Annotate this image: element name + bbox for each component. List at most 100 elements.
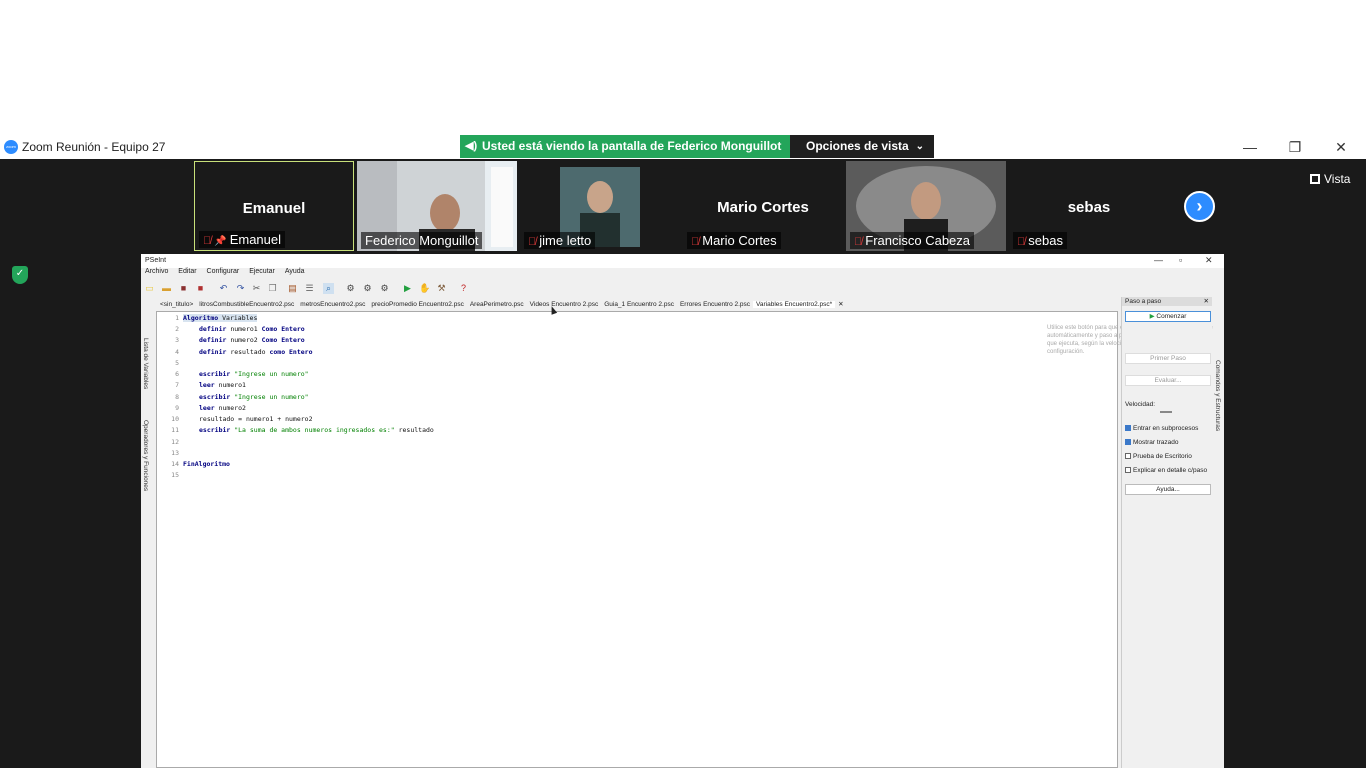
menu-configurar[interactable]: Configurar: [207, 268, 240, 275]
panel-close-icon[interactable]: ✕: [1204, 297, 1209, 306]
participant-tile[interactable]: sebas 🎙̸ sebas: [1009, 161, 1169, 251]
help-icon[interactable]: ?: [458, 283, 469, 294]
pseint-title: PSeInt: [145, 257, 167, 264]
file-tab[interactable]: Guia_1 Encuentro 2.psc: [601, 301, 677, 308]
option-label: Entrar en subprocesos: [1133, 425, 1199, 432]
file-tab[interactable]: <sin_titulo>: [157, 301, 196, 308]
option-explain-detail[interactable]: Explicar en detalle c/paso: [1125, 466, 1207, 475]
muted-mic-icon: 🎙̸: [691, 236, 700, 248]
file-tab[interactable]: AreaPerimetro.psc: [467, 301, 527, 308]
pseint-minimize-icon[interactable]: —: [1154, 255, 1163, 265]
window-title: Zoom Reunión - Equipo 27: [22, 140, 166, 154]
code-text: numero1: [226, 325, 262, 333]
muted-mic-icon: 🎙̸: [203, 235, 212, 247]
pseint-maximize-icon[interactable]: ▫: [1179, 255, 1182, 265]
file-tab[interactable]: Errores Encuentro 2.psc: [677, 301, 753, 308]
code-line: leer numero2: [199, 404, 246, 412]
security-shield-icon[interactable]: ✓: [12, 266, 28, 284]
save-as-icon[interactable]: ■: [195, 283, 206, 294]
file-tab[interactable]: Videos Encuentro 2.psc: [527, 301, 602, 308]
tab-close-icon[interactable]: ✕: [835, 300, 846, 308]
option-show-trace[interactable]: Mostrar trazado: [1125, 438, 1179, 447]
line-number: 5: [175, 359, 179, 367]
participant-display-name: sebas: [1067, 199, 1111, 216]
start-label: Comenzar: [1156, 313, 1187, 320]
code-line: escribir "La suma de ambos numeros ingre…: [199, 426, 434, 434]
line-number: 6: [175, 370, 179, 378]
new-file-icon[interactable]: ▭: [144, 283, 155, 294]
line-number: 9: [175, 404, 179, 412]
menu-ejecutar[interactable]: Ejecutar: [249, 268, 275, 275]
cut-icon[interactable]: ✂: [251, 283, 262, 294]
paste-icon[interactable]: ▤: [287, 283, 298, 294]
option-desk-check[interactable]: Prueba de Escritorio: [1125, 452, 1192, 461]
code-line: escribir "Ingrese un numero": [199, 370, 309, 378]
participant-tile[interactable]: Federico Monguillot: [357, 161, 517, 251]
help-button[interactable]: Ayuda...: [1125, 484, 1211, 495]
line-number: 13: [171, 449, 179, 457]
diagram-icon[interactable]: ⚒: [436, 283, 447, 294]
search-icon[interactable]: ⌕: [323, 283, 334, 294]
flow2-icon[interactable]: ⚙: [362, 283, 373, 294]
option-label: Explicar en detalle c/paso: [1133, 467, 1208, 474]
restore-button[interactable]: ❐: [1285, 137, 1305, 157]
participant-tile[interactable]: 🎙̸ Francisco Cabeza: [846, 161, 1006, 251]
pseint-close-icon[interactable]: ✕: [1205, 255, 1213, 266]
menu-archivo[interactable]: Archivo: [145, 268, 168, 275]
panel-title: Paso a paso: [1125, 298, 1162, 305]
copy-icon[interactable]: ❐: [267, 283, 278, 294]
indent-icon[interactable]: ☰: [304, 283, 315, 294]
participant-tile[interactable]: 🎙̸ jime letto: [520, 161, 680, 251]
open-folder-icon[interactable]: ▬: [161, 283, 172, 294]
menu-ayuda[interactable]: Ayuda: [285, 268, 305, 275]
view-button[interactable]: Vista: [1310, 172, 1350, 186]
line-number: 1: [175, 314, 179, 322]
commands-structures-tab[interactable]: Comandos y Estructuras: [1214, 360, 1221, 431]
minimize-button[interactable]: —: [1240, 137, 1260, 157]
participant-display-name: Emanuel: [242, 200, 306, 217]
start-button[interactable]: ▶ Comenzar: [1125, 311, 1211, 322]
view-options-button[interactable]: Opciones de vista ⌄: [790, 135, 934, 158]
checkbox-icon: [1125, 467, 1131, 473]
pseint-toolbar: ▭ ▬ ■ ■ ↶ ↷ ✂ ❐ ▤ ☰ ⌕ ⚙ ⚙ ⚙ ▶ ✋ ⚒ ?: [141, 280, 1224, 298]
redo-icon[interactable]: ↷: [235, 283, 246, 294]
participant-tile[interactable]: Emanuel 🎙̸ 📌 Emanuel: [194, 161, 354, 251]
step-icon[interactable]: ✋: [419, 283, 430, 294]
next-page-button[interactable]: ›: [1184, 191, 1215, 222]
save-icon[interactable]: ■: [178, 283, 189, 294]
first-step-button[interactable]: Primer Paso: [1125, 353, 1211, 364]
flow3-icon[interactable]: ⚙: [379, 283, 390, 294]
code-line: escribir "Ingrese un numero": [199, 393, 309, 401]
line-number: 15: [171, 471, 179, 479]
code-text: numero1: [214, 381, 246, 389]
line-number: 3: [175, 336, 179, 344]
close-button[interactable]: ✕: [1331, 137, 1351, 157]
string-literal: "Ingrese un numero": [230, 393, 309, 401]
file-tab-active[interactable]: Variables Encuentro2.psc*: [753, 301, 836, 308]
option-enter-subprocesses[interactable]: Entrar en subprocesos: [1125, 424, 1198, 433]
pseint-titlebar: PSeInt — ▫ ✕: [141, 254, 1224, 268]
file-tab[interactable]: litrosCombustibleEncuentro2.psc: [196, 301, 297, 308]
menu-editar[interactable]: Editar: [178, 268, 196, 275]
file-tab[interactable]: precioPromedio Encuentro2.psc: [368, 301, 467, 308]
participant-tile[interactable]: Mario Cortes 🎙̸ Mario Cortes: [683, 161, 843, 251]
checkbox-checked-icon: [1125, 425, 1131, 431]
evaluate-button[interactable]: Evaluar...: [1125, 375, 1211, 386]
participant-name-label: 🎙̸ 📌 Emanuel: [199, 231, 286, 248]
file-tab[interactable]: metrosEncuentro2.psc: [297, 301, 368, 308]
keyword: como Entero: [269, 348, 313, 356]
grid-icon: [1310, 174, 1320, 184]
flow-icon[interactable]: ⚙: [345, 283, 356, 294]
keyword: leer: [199, 381, 215, 389]
run-icon[interactable]: ▶: [402, 283, 413, 294]
muted-mic-icon: 🎙̸: [854, 236, 863, 248]
variables-list-tab[interactable]: Lista de Variables: [142, 338, 149, 389]
share-banner: ◀) Usted está viendo la pantalla de Fede…: [460, 135, 790, 158]
top-blank-area: [0, 0, 1366, 135]
speed-slider[interactable]: [1160, 411, 1172, 413]
operators-functions-tab[interactable]: Operadores y Funciones: [142, 420, 149, 491]
participant-display-name: Mario Cortes: [717, 199, 809, 216]
code-editor[interactable]: 1 2 3 4 5 6 7 8 9 10 11 12 13 14 15 Algo…: [156, 311, 1118, 768]
left-side-panel-tabs: Lista de Variables Operadores y Funcione…: [141, 302, 155, 768]
undo-icon[interactable]: ↶: [218, 283, 229, 294]
